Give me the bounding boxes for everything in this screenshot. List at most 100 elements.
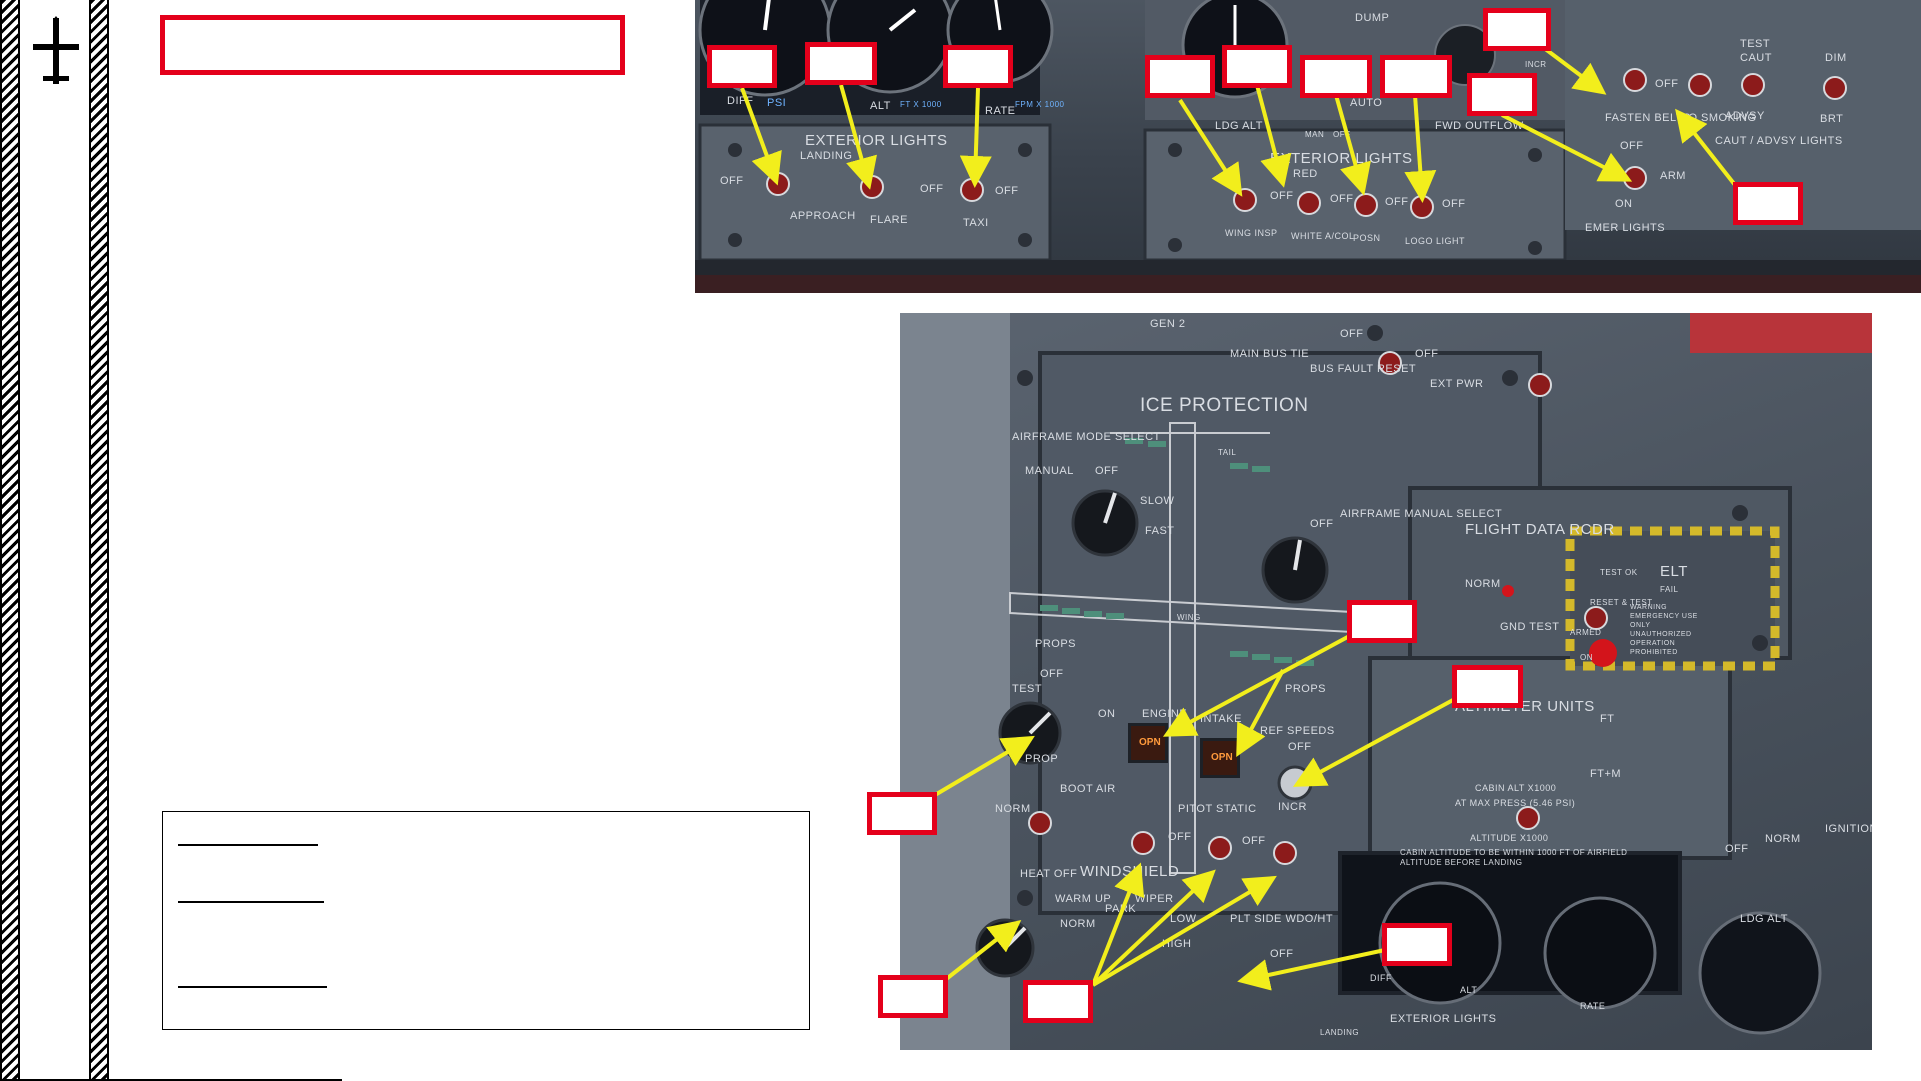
ref-incr-label: INCR bbox=[1278, 801, 1307, 813]
windshield-norm-label: NORM bbox=[1060, 918, 1096, 930]
props-on-label: ON bbox=[1098, 708, 1116, 720]
callout-box-8 bbox=[1483, 8, 1551, 51]
emer-off-label: OFF bbox=[1620, 140, 1644, 152]
auto-label: AUTO bbox=[1350, 97, 1383, 109]
logo-light-label: LOGO LIGHT bbox=[1405, 236, 1466, 246]
exterior-lights-left-title: EXTERIOR LIGHTS bbox=[805, 132, 948, 149]
signs-off-label: OFF bbox=[1655, 78, 1679, 90]
gen2-label: GEN 2 bbox=[1150, 318, 1186, 330]
airframe-mode-select-label: AIRFRAME MODE SELECT bbox=[1012, 431, 1161, 443]
emer-lights-label: EMER LIGHTS bbox=[1585, 222, 1666, 234]
caut-label: CAUT bbox=[1740, 52, 1772, 64]
off-label-2: OFF bbox=[920, 183, 944, 195]
off-r4: OFF bbox=[1442, 198, 1466, 210]
callout-box-13 bbox=[867, 792, 937, 835]
callout-box-14 bbox=[1382, 923, 1452, 966]
right-hatched-border bbox=[89, 0, 109, 1081]
cabin-alt-label: CABIN ALT X1000 bbox=[1475, 783, 1557, 793]
right-ignition-label: IGNITION bbox=[1825, 823, 1872, 835]
left-hatched-border bbox=[0, 0, 20, 1081]
altitude-label: ALTITUDE X1000 bbox=[1470, 833, 1549, 843]
off-label-3: OFF bbox=[995, 185, 1019, 197]
dim-label: DIM bbox=[1825, 52, 1847, 64]
fwd-outflow-label: FWD OUTFLOW bbox=[1435, 120, 1524, 132]
gauge-rate-label: RATE bbox=[985, 105, 1016, 117]
flight-data-rcdr-label: FLIGHT DATA RCDR bbox=[1465, 521, 1615, 538]
right-ldg-alt-label: LDG ALT bbox=[1740, 913, 1788, 925]
fasten-belts-label: FASTEN BELTS bbox=[1605, 112, 1691, 124]
altimeter-ft-m-label: FT+M bbox=[1590, 768, 1622, 780]
note-line-3 bbox=[178, 986, 327, 988]
slow-label: SLOW bbox=[1140, 495, 1175, 507]
intake-opn-annunciator[interactable]: OPN bbox=[1200, 738, 1240, 778]
wiper-high-label: HIGH bbox=[1162, 938, 1192, 950]
engine-opn-text: OPN bbox=[1139, 737, 1161, 748]
exterior-lights-right-title: EXTERIOR LIGHTS bbox=[1270, 150, 1413, 167]
lower-rate-label: RATE bbox=[1580, 1001, 1606, 1011]
callout-box-4 bbox=[1145, 55, 1215, 98]
plt-side-off-label: OFF bbox=[1270, 948, 1294, 960]
callout-box-7 bbox=[1380, 55, 1452, 98]
ref-speeds-label: REF SPEEDS bbox=[1260, 725, 1335, 737]
plt-side-wdo-ht-label: PLT SIDE WDO/HT bbox=[1230, 913, 1334, 925]
gauge-alt-unit: FT X 1000 bbox=[900, 100, 942, 109]
fast-label: FAST bbox=[1145, 525, 1175, 537]
wing-label: WING bbox=[1177, 613, 1201, 622]
mode-off-label: OFF bbox=[1095, 465, 1119, 477]
wiper-label: WIPER bbox=[1135, 893, 1174, 905]
callout-box-12 bbox=[1452, 665, 1523, 708]
approach-label: APPROACH bbox=[790, 210, 856, 222]
test-label: TEST bbox=[1740, 38, 1771, 50]
ext-pwr-label: EXT PWR bbox=[1430, 378, 1484, 390]
intake-label: INTAKE bbox=[1200, 713, 1242, 725]
elec-off-2: OFF bbox=[1415, 348, 1439, 360]
prop-label: PROP bbox=[1025, 753, 1059, 765]
props-test-label: TEST bbox=[1012, 683, 1043, 695]
airplane-icon bbox=[33, 16, 79, 84]
ref-off-label: OFF bbox=[1288, 741, 1312, 753]
gauge-psi-label: PSI bbox=[767, 97, 787, 109]
man-off-label: OFF bbox=[1333, 130, 1351, 139]
ice-protection-title: ICE PROTECTION bbox=[1140, 395, 1309, 416]
elt-on-label: ON bbox=[1580, 653, 1593, 662]
pitot-off-1: OFF bbox=[1168, 831, 1192, 843]
right-norm-label: NORM bbox=[1765, 833, 1801, 845]
fdr-gnd-test-label: GND TEST bbox=[1500, 621, 1560, 633]
right-off-label: OFF bbox=[1725, 843, 1749, 855]
lower-alt-label: ALT bbox=[1460, 985, 1478, 995]
manual-off-label: OFF bbox=[1310, 518, 1334, 530]
off-r1: OFF bbox=[1270, 190, 1294, 202]
notes-box bbox=[162, 811, 810, 1030]
emer-arm-label: ARM bbox=[1660, 170, 1686, 182]
wiper-park-label: PARK bbox=[1105, 903, 1137, 915]
elt-warning-label: WARNING EMERGENCY USE ONLY UNAUTHORIZED … bbox=[1630, 604, 1698, 656]
props-right-label: PROPS bbox=[1285, 683, 1327, 695]
lower-landing-label: LANDING bbox=[1320, 1028, 1360, 1037]
engine-label: ENGINE bbox=[1142, 708, 1188, 720]
pitot-static-label: PITOT STATIC bbox=[1178, 803, 1257, 815]
callout-box-1 bbox=[707, 45, 777, 88]
callout-box-5 bbox=[1222, 45, 1292, 88]
callout-box-16 bbox=[1023, 980, 1093, 1023]
wiper-low-label: LOW bbox=[1170, 913, 1197, 925]
callout-box-2 bbox=[805, 42, 877, 85]
main-bus-tie-label: MAIN BUS TIE bbox=[1230, 348, 1310, 360]
boot-norm-label: NORM bbox=[995, 803, 1031, 815]
callout-box-9 bbox=[1467, 73, 1537, 116]
bus-fault-reset-label: BUS FAULT RESET bbox=[1310, 363, 1417, 375]
brt-label: BRT bbox=[1820, 113, 1844, 125]
callout-box-3 bbox=[943, 45, 1013, 88]
off-label-1: OFF bbox=[720, 175, 744, 187]
engine-opn-annunciator[interactable]: OPN bbox=[1128, 723, 1168, 763]
off-r3: OFF bbox=[1385, 196, 1409, 208]
landing-label: LANDING bbox=[800, 150, 853, 162]
cabin-altitude-note: CABIN ALTITUDE TO BE WITHIN 1000 FT OF A… bbox=[1400, 848, 1628, 867]
props-label: PROPS bbox=[1035, 638, 1077, 650]
dump-label: DUMP bbox=[1355, 12, 1390, 24]
gauge-alt-label: ALT bbox=[870, 100, 891, 112]
title-box bbox=[160, 15, 625, 75]
windshield-label: WINDSHIELD bbox=[1080, 863, 1180, 880]
elt-title: ELT bbox=[1660, 563, 1688, 580]
man-label: MAN bbox=[1305, 130, 1325, 139]
ldg-alt-label: LDG ALT bbox=[1215, 120, 1263, 132]
